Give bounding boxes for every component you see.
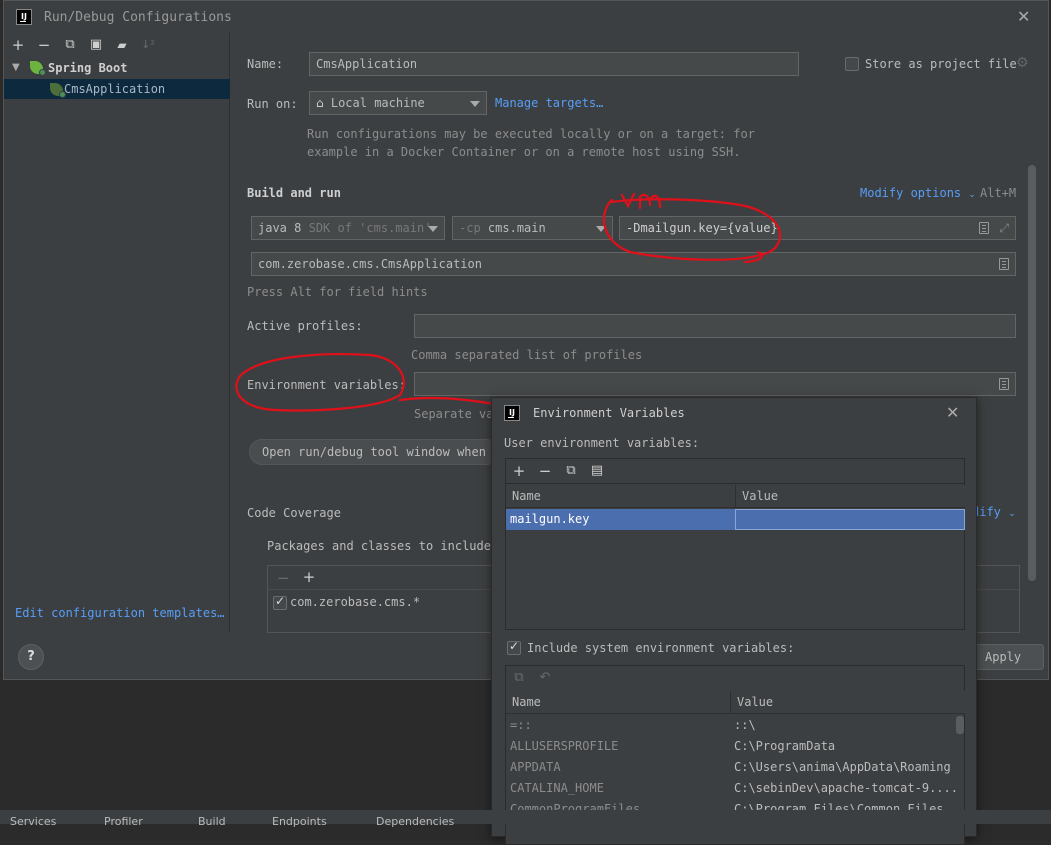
tool-services[interactable]: Services	[10, 815, 56, 828]
system-env-row-name[interactable]: =::	[506, 715, 532, 736]
column-header-value[interactable]: Value	[731, 691, 965, 714]
system-env-row-value[interactable]: C:\ProgramData	[730, 736, 835, 757]
column-header-name[interactable]: Name	[506, 485, 736, 508]
tool-profiler[interactable]: Profiler	[104, 815, 143, 828]
vm-options-circle	[602, 198, 782, 261]
system-env-row-value[interactable]: C:\sebinDev\apache-tomcat-9....	[730, 778, 958, 799]
undo-icon[interactable]: ↶	[536, 670, 554, 686]
system-env-row-name[interactable]: CATALINA_HOME	[506, 778, 604, 799]
environment-variables-dialog: IJ Environment Variables ✕ User environm…	[491, 397, 977, 845]
popup-title: Environment Variables	[533, 406, 685, 420]
tool-endpoints[interactable]: Endpoints	[272, 815, 327, 828]
include-system-checkbox[interactable]	[507, 639, 521, 655]
system-env-scrollbar[interactable]	[956, 716, 964, 734]
include-system-label: Include system environment variables:	[527, 641, 795, 655]
paste-icon[interactable]: ▤	[588, 463, 606, 479]
copy-icon[interactable]: ⧉	[510, 670, 528, 686]
copy-icon[interactable]: ⧉	[562, 463, 580, 479]
system-env-row-name[interactable]: APPDATA	[506, 757, 561, 778]
remove-icon[interactable]: −	[536, 463, 554, 479]
system-env-toolbar: ⧉ ↶	[506, 666, 964, 691]
env-vars-connector	[398, 396, 502, 407]
annotation-text: vm	[620, 186, 621, 187]
tool-window-bar: Services Profiler Build Endpoints Depend…	[0, 810, 1051, 828]
add-icon[interactable]: +	[510, 463, 528, 479]
user-env-row-value[interactable]	[735, 509, 965, 530]
column-header-name[interactable]: Name	[506, 691, 731, 714]
system-env-row-value[interactable]: C:\Users\anima\AppData\Roaming	[730, 757, 951, 778]
tool-dependencies[interactable]: Dependencies	[376, 815, 454, 828]
system-env-row-name[interactable]: ALLUSERSPROFILE	[506, 736, 618, 757]
close-icon[interactable]: ✕	[946, 403, 959, 422]
user-env-label: User environment variables:	[504, 436, 700, 450]
tool-build[interactable]: Build	[198, 815, 226, 828]
env-vars-circle	[235, 353, 405, 412]
user-env-row-name[interactable]: mailgun.key	[506, 509, 735, 530]
system-env-row-value[interactable]: ::\	[730, 715, 756, 736]
user-env-toolbar: + − ⧉ ▤	[506, 459, 964, 484]
column-header-value[interactable]: Value	[736, 485, 965, 508]
user-env-table: + − ⧉ ▤ Name Value mailgun.key	[505, 458, 965, 630]
intellij-logo-icon: IJ	[504, 405, 520, 421]
